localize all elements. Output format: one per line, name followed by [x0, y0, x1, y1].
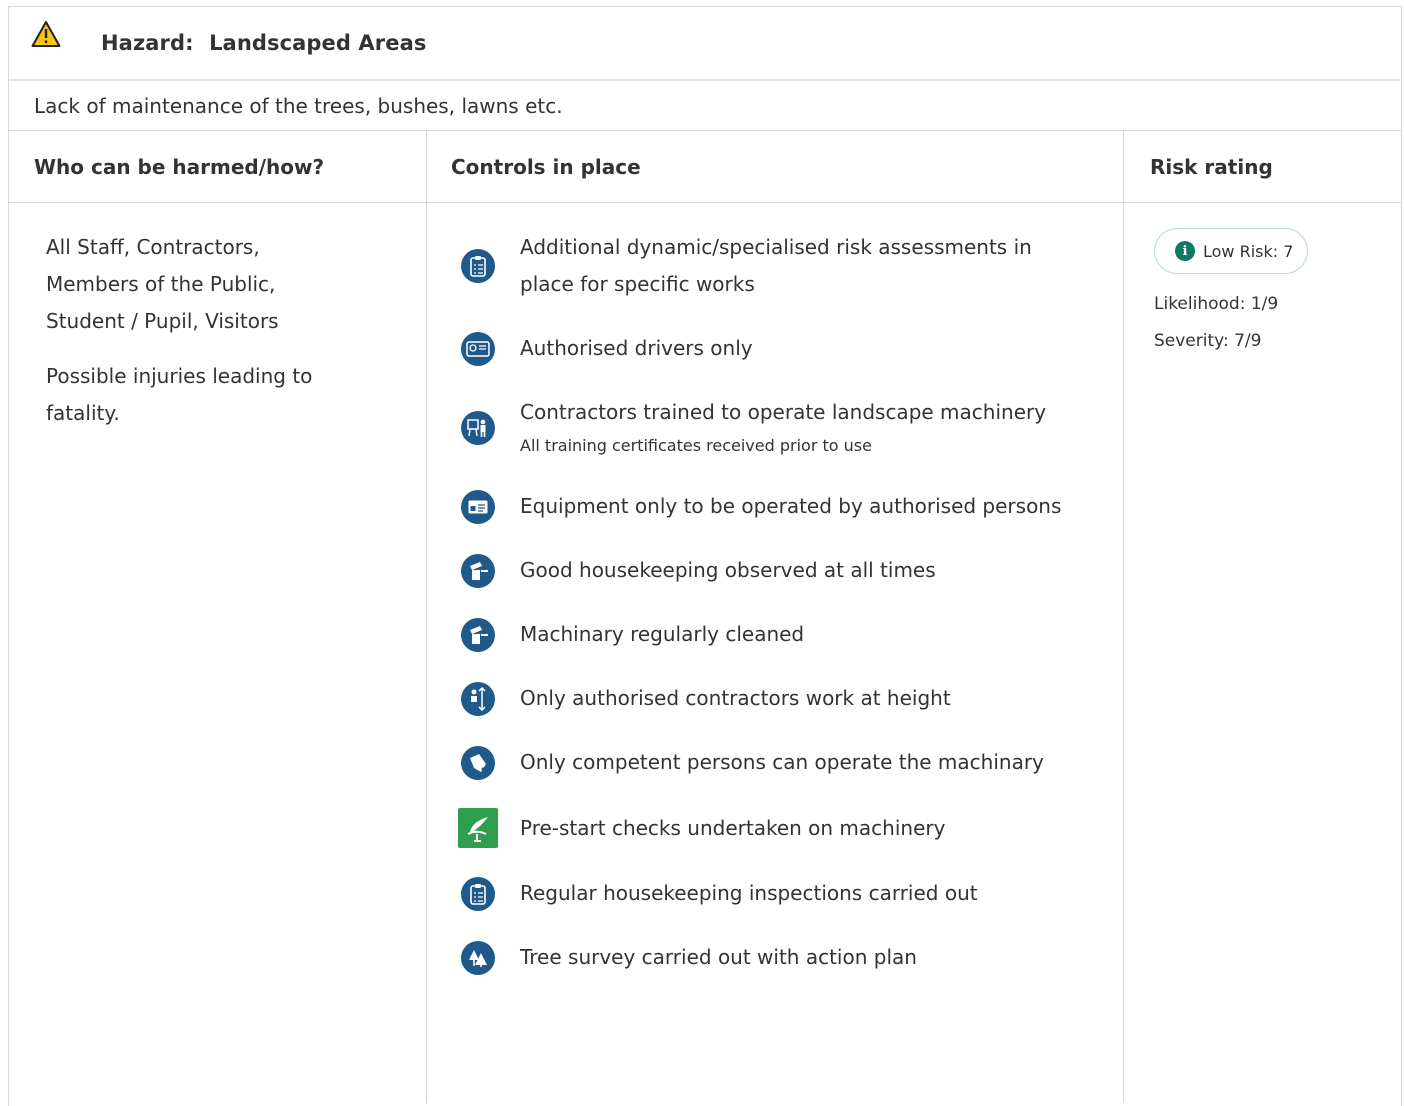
control-item: Equipment only to be operated by authori… [461, 488, 1103, 525]
hazard-header: Hazard: Landscaped Areas [9, 7, 1401, 81]
hazard-name: Landscaped Areas [209, 31, 427, 55]
column-header-risk: Risk rating [1150, 154, 1273, 179]
control-item: Good housekeeping observed at all times [461, 552, 1103, 589]
controls-cell: Additional dynamic/specialised risk asse… [427, 203, 1124, 1103]
id-card-icon [461, 489, 495, 524]
housekeeping-icon [461, 553, 495, 588]
control-text: Equipment only to be operated by authori… [520, 494, 1062, 518]
control-text: Pre-start checks undertaken on machinery [520, 815, 946, 840]
who-cell: All Staff, Contractors, Members of the P… [9, 203, 427, 1103]
control-text: Tree survey carried out with action plan [520, 945, 917, 969]
risk-badge-label: Low Risk: 7 [1203, 241, 1294, 261]
control-note: All training certificates received prior… [520, 436, 872, 455]
control-item: Regular housekeeping inspections carried… [461, 875, 1103, 912]
harmed-groups: All Staff, Contractors, Members of the P… [46, 235, 279, 333]
cleaning-icon [461, 617, 495, 652]
control-text: Only authorised contractors work at heig… [520, 686, 951, 710]
table-header: Who can be harmed/how? Controls in place… [9, 131, 1401, 203]
control-item: Additional dynamic/specialised risk asse… [461, 229, 1103, 303]
id-pass-icon [461, 331, 495, 366]
risk-badge[interactable]: i Low Risk: 7 [1154, 228, 1309, 274]
hazard-label: Hazard: [101, 31, 194, 55]
tree-survey-icon [461, 940, 495, 975]
control-text: Machinary regularly cleaned [520, 622, 805, 646]
risk-cell: i Low Risk: 7 Likelihood: 1/9 Severity: … [1124, 203, 1401, 1103]
control-item: Tree survey carried out with action plan [461, 939, 1103, 976]
hazard-title: Hazard: Landscaped Areas [101, 31, 426, 55]
control-item: Contractors trained to operate landscape… [461, 394, 1103, 461]
column-header-controls: Controls in place [427, 131, 1124, 202]
inspection-clipboard-icon [461, 876, 495, 911]
control-item: Authorised drivers only [461, 330, 1103, 367]
pre-start-check-icon [458, 808, 498, 848]
likelihood-value: Likelihood: 1/9 [1154, 294, 1279, 314]
clipboard-checklist-icon [461, 249, 495, 283]
control-text: Contractors trained to operate landscape… [520, 400, 1047, 424]
control-text: Good housekeeping observed at all times [520, 558, 936, 582]
harm-description: Possible injuries leading to fatality. [46, 364, 313, 425]
work-at-height-icon [461, 681, 495, 716]
control-text: Only competent persons can operate the m… [520, 750, 1044, 774]
control-text: Additional dynamic/specialised risk asse… [520, 235, 1032, 296]
control-item: Pre-start checks undertaken on machinery [458, 808, 1103, 848]
warning-icon [31, 21, 61, 47]
severity-value: Severity: 7/9 [1154, 331, 1262, 351]
column-header-who: Who can be harmed/how? [9, 131, 427, 202]
control-text: Regular housekeeping inspections carried… [520, 881, 978, 905]
competent-person-icon [461, 745, 495, 780]
control-item: Only authorised contractors work at heig… [461, 680, 1103, 717]
control-text: Authorised drivers only [520, 336, 753, 360]
info-icon: i [1175, 241, 1195, 261]
control-item: Only competent persons can operate the m… [461, 744, 1103, 781]
table-row: All Staff, Contractors, Members of the P… [9, 203, 1401, 1103]
hazard-card: Hazard: Landscaped Areas Lack of mainten… [8, 6, 1402, 1106]
training-presentation-icon [461, 410, 495, 445]
control-item: Machinary regularly cleaned [461, 616, 1103, 653]
hazard-description: Lack of maintenance of the trees, bushes… [9, 81, 1401, 131]
